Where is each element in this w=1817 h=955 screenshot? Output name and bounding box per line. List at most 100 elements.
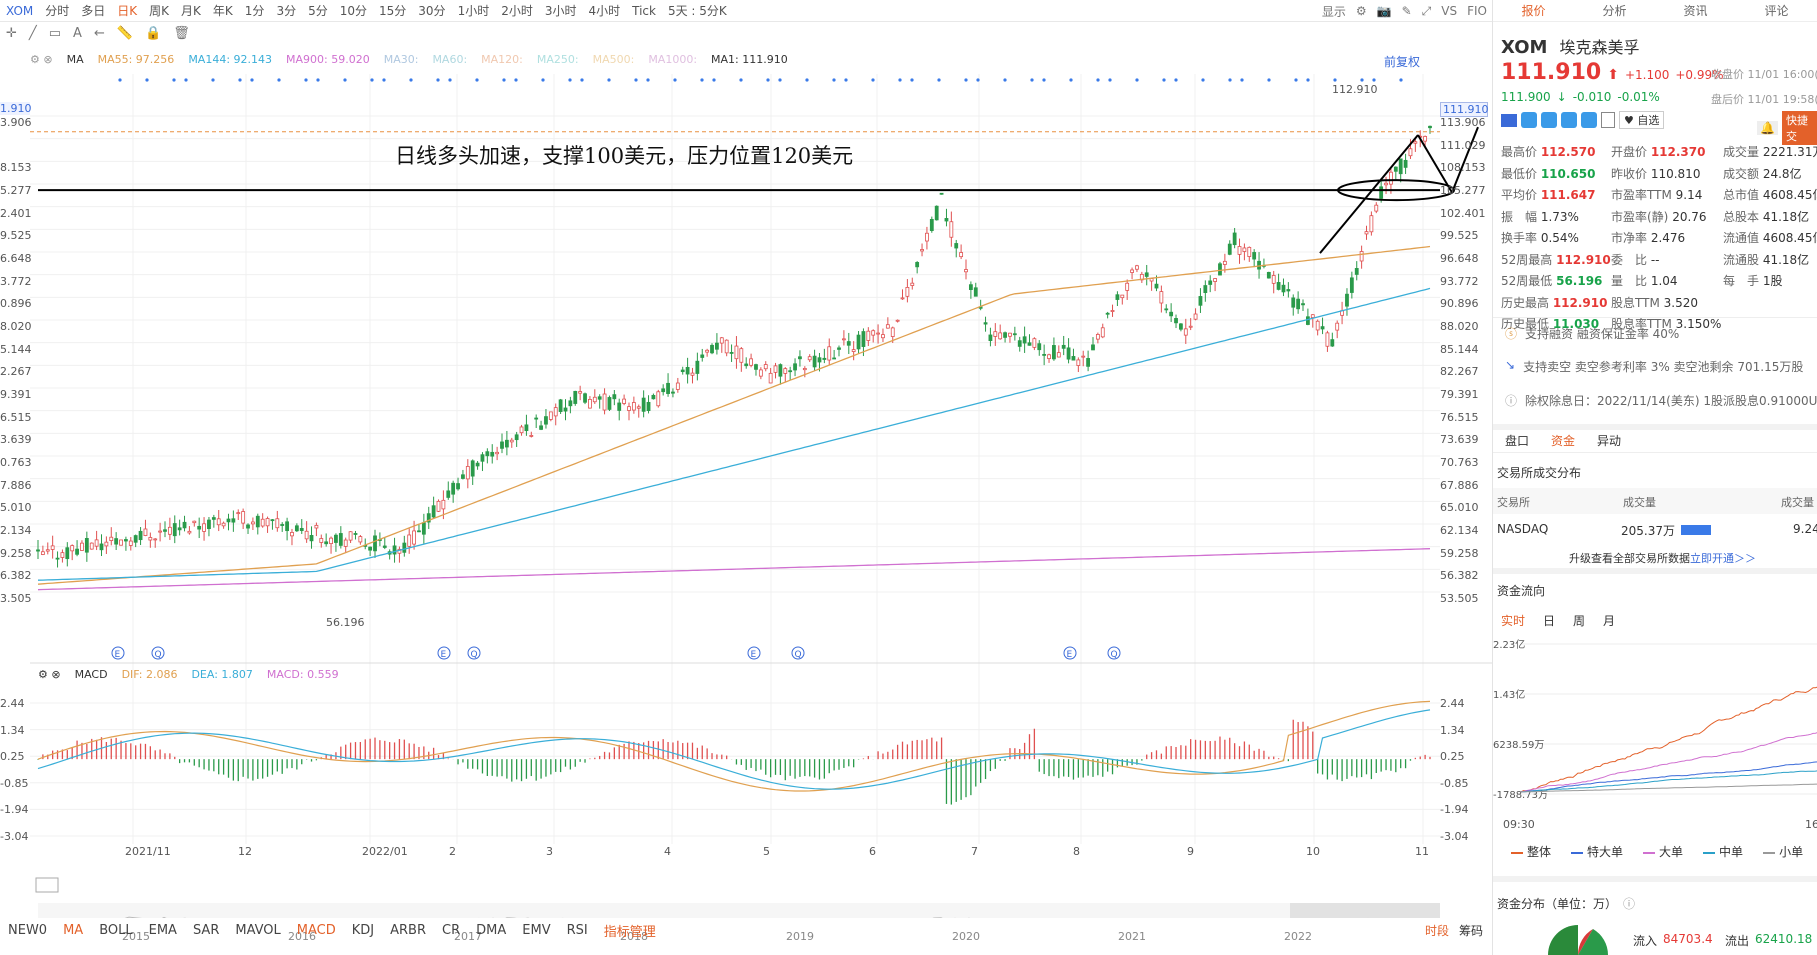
period-15[interactable]: 4小时	[582, 2, 626, 19]
candle-body	[1252, 252, 1257, 260]
symbol-tab[interactable]: XOM	[0, 4, 39, 18]
chips-button[interactable]: 筹码	[1459, 922, 1483, 939]
period-7[interactable]: 3分	[270, 2, 302, 19]
indicator-9[interactable]: CR	[434, 923, 468, 938]
candle-body	[465, 466, 470, 480]
candle-body	[1003, 332, 1007, 338]
adjust-button[interactable]: 前复权	[1384, 53, 1420, 70]
period-11[interactable]: 30分	[412, 2, 451, 19]
period-4[interactable]: 月K	[175, 2, 207, 19]
flow-tab-realtime[interactable]: 实时	[1501, 612, 1525, 629]
vs-button[interactable]: VS	[1441, 4, 1457, 18]
lock-icon[interactable]: 🔒	[139, 26, 167, 41]
bell-icon[interactable]: 🔔	[1757, 121, 1778, 135]
tab-unusual[interactable]: 异动	[1597, 432, 1621, 449]
flow-tab-day[interactable]: 日	[1543, 612, 1555, 629]
indicator-12[interactable]: RSI	[559, 923, 596, 938]
flow-tab-month[interactable]: 月	[1603, 612, 1615, 629]
period-13[interactable]: 2小时	[495, 2, 539, 19]
indicator-10[interactable]: DMA	[468, 923, 514, 938]
indicator-11[interactable]: EMV	[514, 923, 558, 938]
tab-book[interactable]: 盘口	[1505, 432, 1529, 449]
period-button[interactable]: 时段	[1425, 922, 1449, 939]
text-icon[interactable]: A	[67, 26, 88, 41]
tab-news[interactable]: 资讯	[1655, 0, 1736, 21]
display-menu[interactable]: 显示	[1322, 3, 1346, 20]
crosshair-icon[interactable]: ✛	[0, 26, 23, 41]
overview-window[interactable]	[1290, 903, 1440, 918]
tab-capital[interactable]: 资金	[1551, 432, 1575, 449]
flow-tab-week[interactable]: 周	[1573, 612, 1585, 629]
period-10[interactable]: 15分	[373, 2, 412, 19]
flow-line	[1521, 770, 1817, 793]
doc-icon[interactable]	[1601, 112, 1615, 128]
overview-toggle[interactable]	[35, 877, 59, 893]
tab-comments[interactable]: 评论	[1736, 0, 1817, 21]
ma-settings-icon[interactable]: ⚙ ⊗	[30, 53, 53, 66]
arrow-icon[interactable]: ←	[88, 26, 111, 41]
indicator-13[interactable]: 指标管理	[596, 921, 664, 940]
period-9[interactable]: 10分	[334, 2, 373, 19]
candle-body	[368, 546, 373, 551]
candle-body	[270, 519, 275, 522]
exchange-nasdaq-vol: 205.37万	[1621, 524, 1675, 538]
candle-body	[1091, 344, 1095, 351]
indicator-2[interactable]: BOLL	[91, 923, 140, 938]
period-17[interactable]: 5天 : 5分K	[662, 2, 733, 19]
period-3[interactable]: 周K	[143, 2, 175, 19]
price-tick: 59.258	[1440, 546, 1479, 560]
candle-body	[275, 518, 280, 529]
signal-dot	[1360, 78, 1364, 82]
app-icon-4[interactable]	[1581, 112, 1597, 128]
signal-dot	[1135, 78, 1139, 82]
upgrade-link[interactable]: 立即开通＞＞	[1690, 552, 1756, 565]
period-14[interactable]: 3小时	[539, 2, 583, 19]
period-5[interactable]: 年K	[207, 2, 239, 19]
indicator-7[interactable]: KDJ	[344, 923, 382, 938]
indicator-8[interactable]: ARBR	[382, 923, 434, 938]
tab-analysis[interactable]: 分析	[1574, 0, 1655, 21]
period-1[interactable]: 多日	[75, 2, 111, 19]
app-icon-2[interactable]	[1541, 112, 1557, 128]
app-icon-1[interactable]	[1521, 112, 1537, 128]
price-tick: 93.772	[1440, 274, 1479, 288]
favorite-button[interactable]: ♥ 自选	[1619, 111, 1665, 129]
macd-settings-icon[interactable]: ⚙ ⊗	[38, 668, 61, 681]
period-16[interactable]: Tick	[626, 4, 662, 18]
candle-body	[45, 549, 50, 552]
indicator-4[interactable]: SAR	[185, 923, 227, 938]
ma-item-2: MA900: 59.020	[286, 53, 370, 66]
indicator-3[interactable]: EMA	[141, 923, 185, 938]
pen-icon[interactable]: ✎	[1402, 4, 1412, 18]
stat-cell: 最低价 110.650	[1501, 165, 1595, 182]
period-12[interactable]: 1小时	[452, 2, 496, 19]
dist-info-icon[interactable]: ⓘ	[1623, 895, 1635, 912]
indicator-0[interactable]: NEW0	[0, 923, 55, 938]
camera-icon[interactable]: 📷	[1377, 4, 1392, 18]
flag-icon[interactable]	[1501, 113, 1517, 127]
ruler-icon[interactable]: 📏	[111, 26, 139, 41]
tab-quote[interactable]: 报价	[1493, 0, 1574, 21]
indicator-6[interactable]: MACD	[289, 923, 344, 938]
app-icon-3[interactable]	[1561, 112, 1577, 128]
fio-button[interactable]: FIO	[1467, 4, 1487, 18]
indicator-5[interactable]: MAVOL	[227, 923, 288, 938]
line-icon[interactable]: ╱	[23, 26, 43, 41]
candle-body	[104, 541, 109, 547]
expand-icon[interactable]: ⤢	[1422, 4, 1432, 19]
period-6[interactable]: 1分	[239, 2, 271, 19]
main-chart[interactable]: EQEQEQEQ	[0, 44, 1492, 918]
signal-dot	[1333, 78, 1337, 82]
delete-icon[interactable]: 🗑	[167, 26, 196, 41]
indicator-1[interactable]: MA	[55, 923, 91, 938]
candle-body	[251, 521, 255, 525]
overview-strip[interactable]	[38, 903, 1440, 918]
ma-indicator-label: MA	[66, 53, 84, 66]
settings-icon[interactable]: ⚙	[1356, 4, 1367, 18]
period-2[interactable]: 日K	[111, 2, 143, 19]
candle-body	[856, 334, 861, 350]
rect-icon[interactable]: ▭	[43, 26, 67, 41]
period-0[interactable]: 分时	[39, 2, 75, 19]
period-8[interactable]: 5分	[302, 2, 334, 19]
quick-trade-button[interactable]: 快捷交	[1781, 111, 1817, 145]
